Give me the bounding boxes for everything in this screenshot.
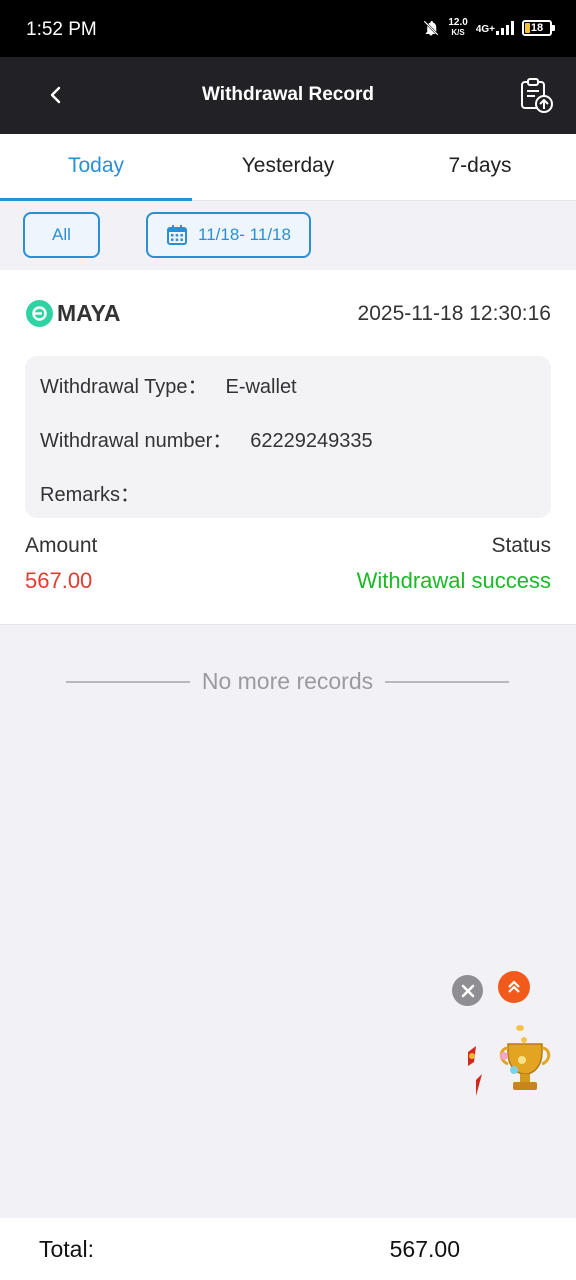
- date-range-button[interactable]: 11/18- 11/18: [146, 212, 311, 258]
- channel-name: MAYA: [57, 300, 121, 326]
- page-title: Withdrawal Record: [202, 84, 374, 105]
- maya-logo-icon: [26, 300, 53, 327]
- tab-yesterday[interactable]: Yesterday: [192, 134, 384, 200]
- status-value: Withdrawal success: [356, 568, 551, 593]
- status-bar: 1:52 PM 12.0 K/S 4G+ 18: [0, 0, 576, 57]
- divider: [66, 680, 190, 683]
- calendar-icon: [167, 225, 188, 245]
- record-details: Withdrawal Type： E-wallet Withdrawal numb…: [25, 356, 551, 518]
- trophy-icon: [468, 1025, 551, 1096]
- app-header: Withdrawal Record: [0, 57, 576, 134]
- amount-value: 567.00: [25, 568, 93, 593]
- amount-label: Amount: [25, 534, 98, 557]
- signal-icon: 4G+: [476, 21, 514, 35]
- total-bar: Total: 567.00: [0, 1218, 576, 1280]
- channel: MAYA: [26, 300, 121, 327]
- date-tabs: Today Yesterday 7-days: [0, 134, 576, 201]
- promo-widget[interactable]: [464, 1022, 564, 1102]
- no-more-records: No more records: [66, 668, 509, 695]
- export-record-button[interactable]: [518, 77, 554, 113]
- clipboard-upload-icon: [521, 78, 553, 113]
- withdrawal-record-card[interactable]: MAYA 2025-11-18 12:30:16 Withdrawal Type…: [0, 270, 576, 625]
- withdrawal-type-row: Withdrawal Type： E-wallet: [40, 376, 297, 398]
- bell-off-icon: [423, 20, 439, 36]
- net-speed: 12.0 K/S: [448, 17, 468, 38]
- filter-bar: All 11/18- 11/18: [0, 201, 576, 270]
- status-icons: 12.0 K/S 4G+ 18: [422, 17, 555, 38]
- scroll-top-button[interactable]: [498, 971, 530, 1003]
- remarks-row: Remarks：: [40, 484, 141, 506]
- divider: [385, 680, 509, 683]
- total-label: Total:: [39, 1236, 94, 1262]
- total-value: 567.00: [389, 1236, 460, 1262]
- tab-today[interactable]: Today: [0, 134, 192, 201]
- record-datetime: 2025-11-18 12:30:16: [357, 302, 551, 325]
- double-chevron-up-icon: [508, 980, 520, 993]
- tab-7-days[interactable]: 7-days: [384, 134, 576, 200]
- close-icon: [461, 984, 474, 997]
- type-filter-button[interactable]: All: [23, 212, 100, 258]
- battery-icon: 18: [522, 20, 555, 36]
- status-time: 1:52 PM: [26, 19, 97, 40]
- date-range-label: 11/18- 11/18: [198, 225, 291, 244]
- withdrawal-number-row: Withdrawal number： 62229249335: [40, 430, 373, 452]
- close-floating-button[interactable]: [452, 975, 483, 1006]
- status-label: Status: [491, 534, 551, 557]
